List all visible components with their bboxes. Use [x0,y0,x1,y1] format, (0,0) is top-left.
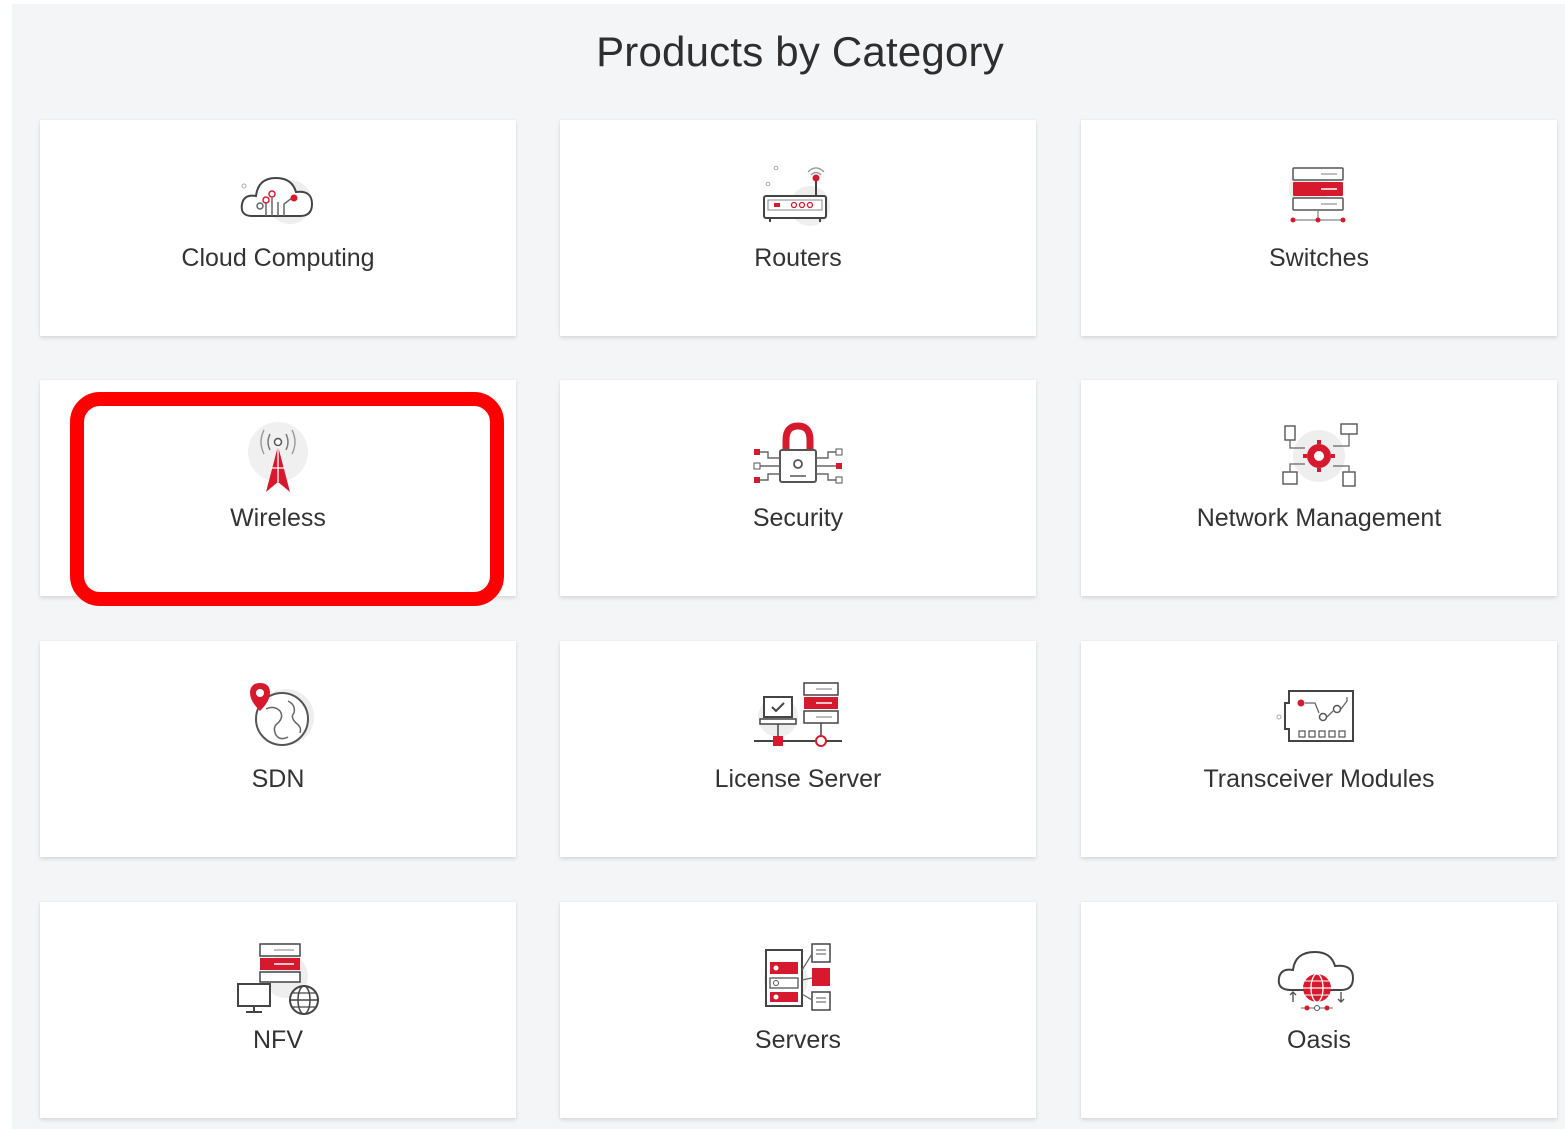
transceiver-module-icon [1271,679,1367,755]
category-label: Security [752,504,844,532]
license-server-icon [750,679,846,755]
category-card-license-server[interactable]: License Server [560,641,1036,857]
category-label: Servers [754,1026,842,1054]
oasis-cloud-icon [1271,940,1367,1016]
category-label: Wireless [230,504,326,532]
switch-icon [1271,158,1367,234]
nfv-icon [230,940,326,1016]
servers-icon [750,940,846,1016]
cloud-computing-icon [230,158,326,234]
page-title: Products by Category [596,28,1004,75]
category-card-nfv[interactable]: NFV [40,902,516,1118]
category-card-cloud-computing[interactable]: Cloud Computing [40,120,516,336]
category-label: SDN [251,765,305,793]
security-lock-icon [750,418,846,494]
category-card-servers[interactable]: Servers [560,902,1036,1118]
sdn-globe-icon [230,679,326,755]
category-card-routers[interactable]: Routers [560,120,1036,336]
category-card-wireless[interactable]: Wireless [40,380,516,596]
category-label: License Server [714,765,882,793]
category-card-security[interactable]: Security [560,380,1036,596]
category-label: Oasis [1287,1026,1351,1054]
category-card-network-management[interactable]: Network Management [1081,380,1557,596]
category-label: Cloud Computing [181,244,375,272]
network-management-icon [1271,418,1367,494]
category-card-transceiver-modules[interactable]: Transceiver Modules [1081,641,1557,857]
category-label: Routers [754,244,842,272]
wireless-tower-icon [230,418,326,494]
category-label: Network Management [1196,504,1442,532]
category-card-sdn[interactable]: SDN [40,641,516,857]
category-label: Switches [1268,244,1370,272]
category-card-switches[interactable]: Switches [1081,120,1557,336]
category-label: NFV [253,1026,303,1054]
category-label: Transceiver Modules [1203,765,1435,793]
category-card-oasis[interactable]: Oasis [1081,902,1557,1118]
router-icon [750,158,846,234]
